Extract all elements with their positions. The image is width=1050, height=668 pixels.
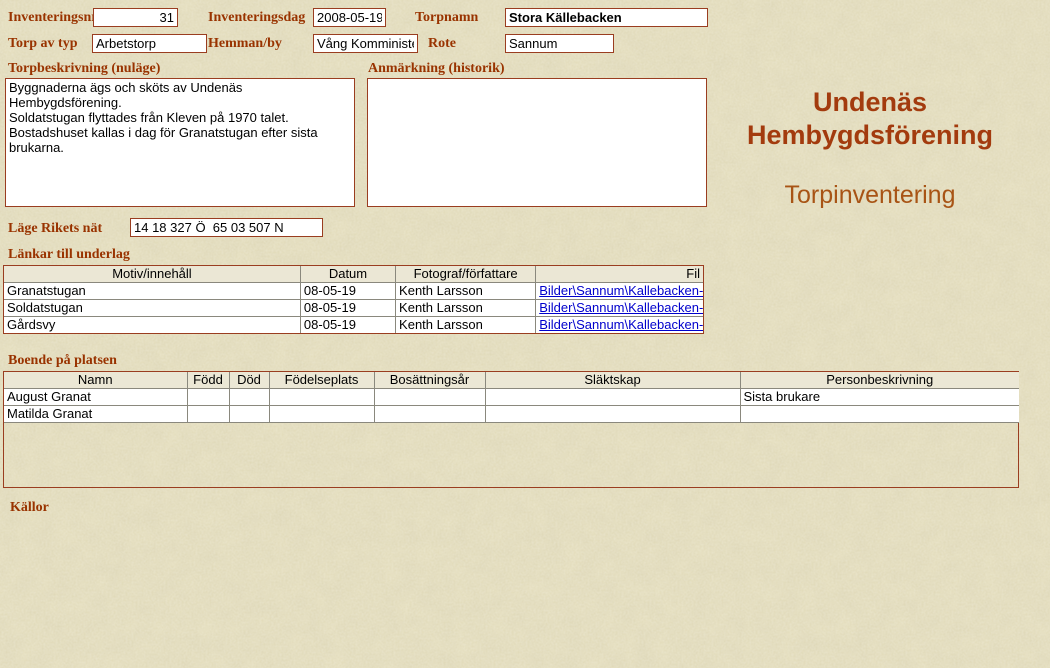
cell-slaktskap <box>485 388 741 406</box>
residents-header-row: Namn Född Död Födelseplats Bosättningsår… <box>4 372 1019 389</box>
residents-header-dod: Död <box>229 372 270 389</box>
cell-fodelseplats <box>269 405 375 423</box>
hemman-by-input[interactable] <box>313 34 418 53</box>
torp-av-typ-input[interactable] <box>92 34 207 53</box>
cell-fotograf: Kenth Larsson <box>395 282 537 300</box>
table-row: Matilda Granat <box>4 405 1019 423</box>
file-link[interactable]: Bilder\Sannum\Kallebacken- <box>539 283 703 298</box>
cell-namn: August Granat <box>4 388 188 406</box>
cell-bosattningsar <box>374 405 486 423</box>
cell-bosattningsar <box>374 388 486 406</box>
cell-fodd <box>187 405 230 423</box>
cell-personbeskrivning: Sista brukare <box>740 388 1019 406</box>
cell-personbeskrivning <box>740 405 1019 423</box>
torpbeskrivning-textarea[interactable]: Byggnaderna ägs och sköts av Undenäs Hem… <box>5 78 355 207</box>
cell-fil: Bilder\Sannum\Kallebacken- <box>535 299 703 317</box>
cell-dod <box>229 405 270 423</box>
residents-header-fodd: Född <box>187 372 230 389</box>
table-row: Gårdsvy 08-05-19 Kenth Larsson Bilder\Sa… <box>4 316 703 333</box>
residents-header-slaktskap: Släktskap <box>485 372 741 389</box>
cell-fotograf: Kenth Larsson <box>395 316 537 333</box>
residents-header-bosattningsar: Bosättningsår <box>374 372 486 389</box>
cell-fotograf: Kenth Larsson <box>395 299 537 317</box>
lage-rikets-nat-label: Läge Rikets nät <box>8 221 103 236</box>
torpinventering-form: Inventeringsnr Inventeringsdag Torpnamn … <box>0 0 1050 668</box>
links-header-datum: Datum <box>300 266 397 283</box>
cell-slaktskap <box>485 405 741 423</box>
table-row: Soldatstugan 08-05-19 Kenth Larsson Bild… <box>4 299 703 317</box>
residents-header-namn: Namn <box>4 372 188 389</box>
residents-header-personbeskrivning: Personbeskrivning <box>740 372 1019 389</box>
residents-table-container: Namn Född Död Födelseplats Bosättningsår… <box>3 371 1019 488</box>
cell-motiv: Granatstugan <box>4 282 301 300</box>
torpnamn-label: Torpnamn <box>415 10 479 25</box>
cell-namn: Matilda Granat <box>4 405 188 423</box>
cell-fil: Bilder\Sannum\Kallebacken- <box>535 316 703 333</box>
page-title: Undenäs Hembygdsförening <box>705 86 1035 152</box>
file-link[interactable]: Bilder\Sannum\Kallebacken- <box>539 300 703 315</box>
anmarkning-label: Anmärkning (historik) <box>368 61 505 76</box>
inventeringsdag-input[interactable] <box>313 8 386 27</box>
title-line-1: Undenäs <box>812 87 928 117</box>
anmarkning-textarea[interactable] <box>367 78 707 207</box>
cell-motiv: Gårdsvy <box>4 316 301 333</box>
torpbeskrivning-label: Torpbeskrivning (nuläge) <box>8 61 161 76</box>
links-header-fil: Fil <box>535 266 703 283</box>
table-row: August Granat Sista brukare <box>4 388 1019 406</box>
links-table-container: Motiv/innehåll Datum Fotograf/författare… <box>3 265 704 334</box>
cell-fodelseplats <box>269 388 375 406</box>
inventeringsnr-input[interactable] <box>93 8 178 27</box>
inventeringsdag-label: Inventeringsdag <box>208 10 306 25</box>
hemman-by-label: Hemman/by <box>208 36 282 51</box>
page-subtitle: Torpinventering <box>784 181 956 209</box>
inventeringsnr-label: Inventeringsnr <box>8 10 98 25</box>
links-header-motiv: Motiv/innehåll <box>4 266 301 283</box>
links-table: Motiv/innehåll Datum Fotograf/författare… <box>4 266 703 333</box>
lage-rikets-nat-input[interactable] <box>130 218 323 237</box>
rote-input[interactable] <box>505 34 614 53</box>
file-link[interactable]: Bilder\Sannum\Kallebacken- <box>539 317 703 332</box>
cell-datum: 08-05-19 <box>300 316 397 333</box>
cell-fodd <box>187 388 230 406</box>
lankar-till-underlag-heading: Länkar till underlag <box>8 247 130 262</box>
boende-pa-platsen-heading: Boende på platsen <box>8 353 117 368</box>
cell-datum: 08-05-19 <box>300 282 397 300</box>
kallor-heading: Källor <box>10 500 49 515</box>
links-header-fotograf: Fotograf/författare <box>395 266 537 283</box>
residents-header-fodelseplats: Födelseplats <box>269 372 375 389</box>
torp-av-typ-label: Torp av typ <box>8 36 78 51</box>
cell-dod <box>229 388 270 406</box>
cell-fil: Bilder\Sannum\Kallebacken- <box>535 282 703 300</box>
rote-label: Rote <box>428 36 456 51</box>
table-row: Granatstugan 08-05-19 Kenth Larsson Bild… <box>4 282 703 300</box>
links-header-row: Motiv/innehåll Datum Fotograf/författare… <box>4 266 703 283</box>
residents-table: Namn Född Död Födelseplats Bosättningsår… <box>4 372 1019 423</box>
title-line-2: Hembygdsförening <box>746 120 994 150</box>
cell-motiv: Soldatstugan <box>4 299 301 317</box>
torpnamn-input[interactable] <box>505 8 708 27</box>
cell-datum: 08-05-19 <box>300 299 397 317</box>
